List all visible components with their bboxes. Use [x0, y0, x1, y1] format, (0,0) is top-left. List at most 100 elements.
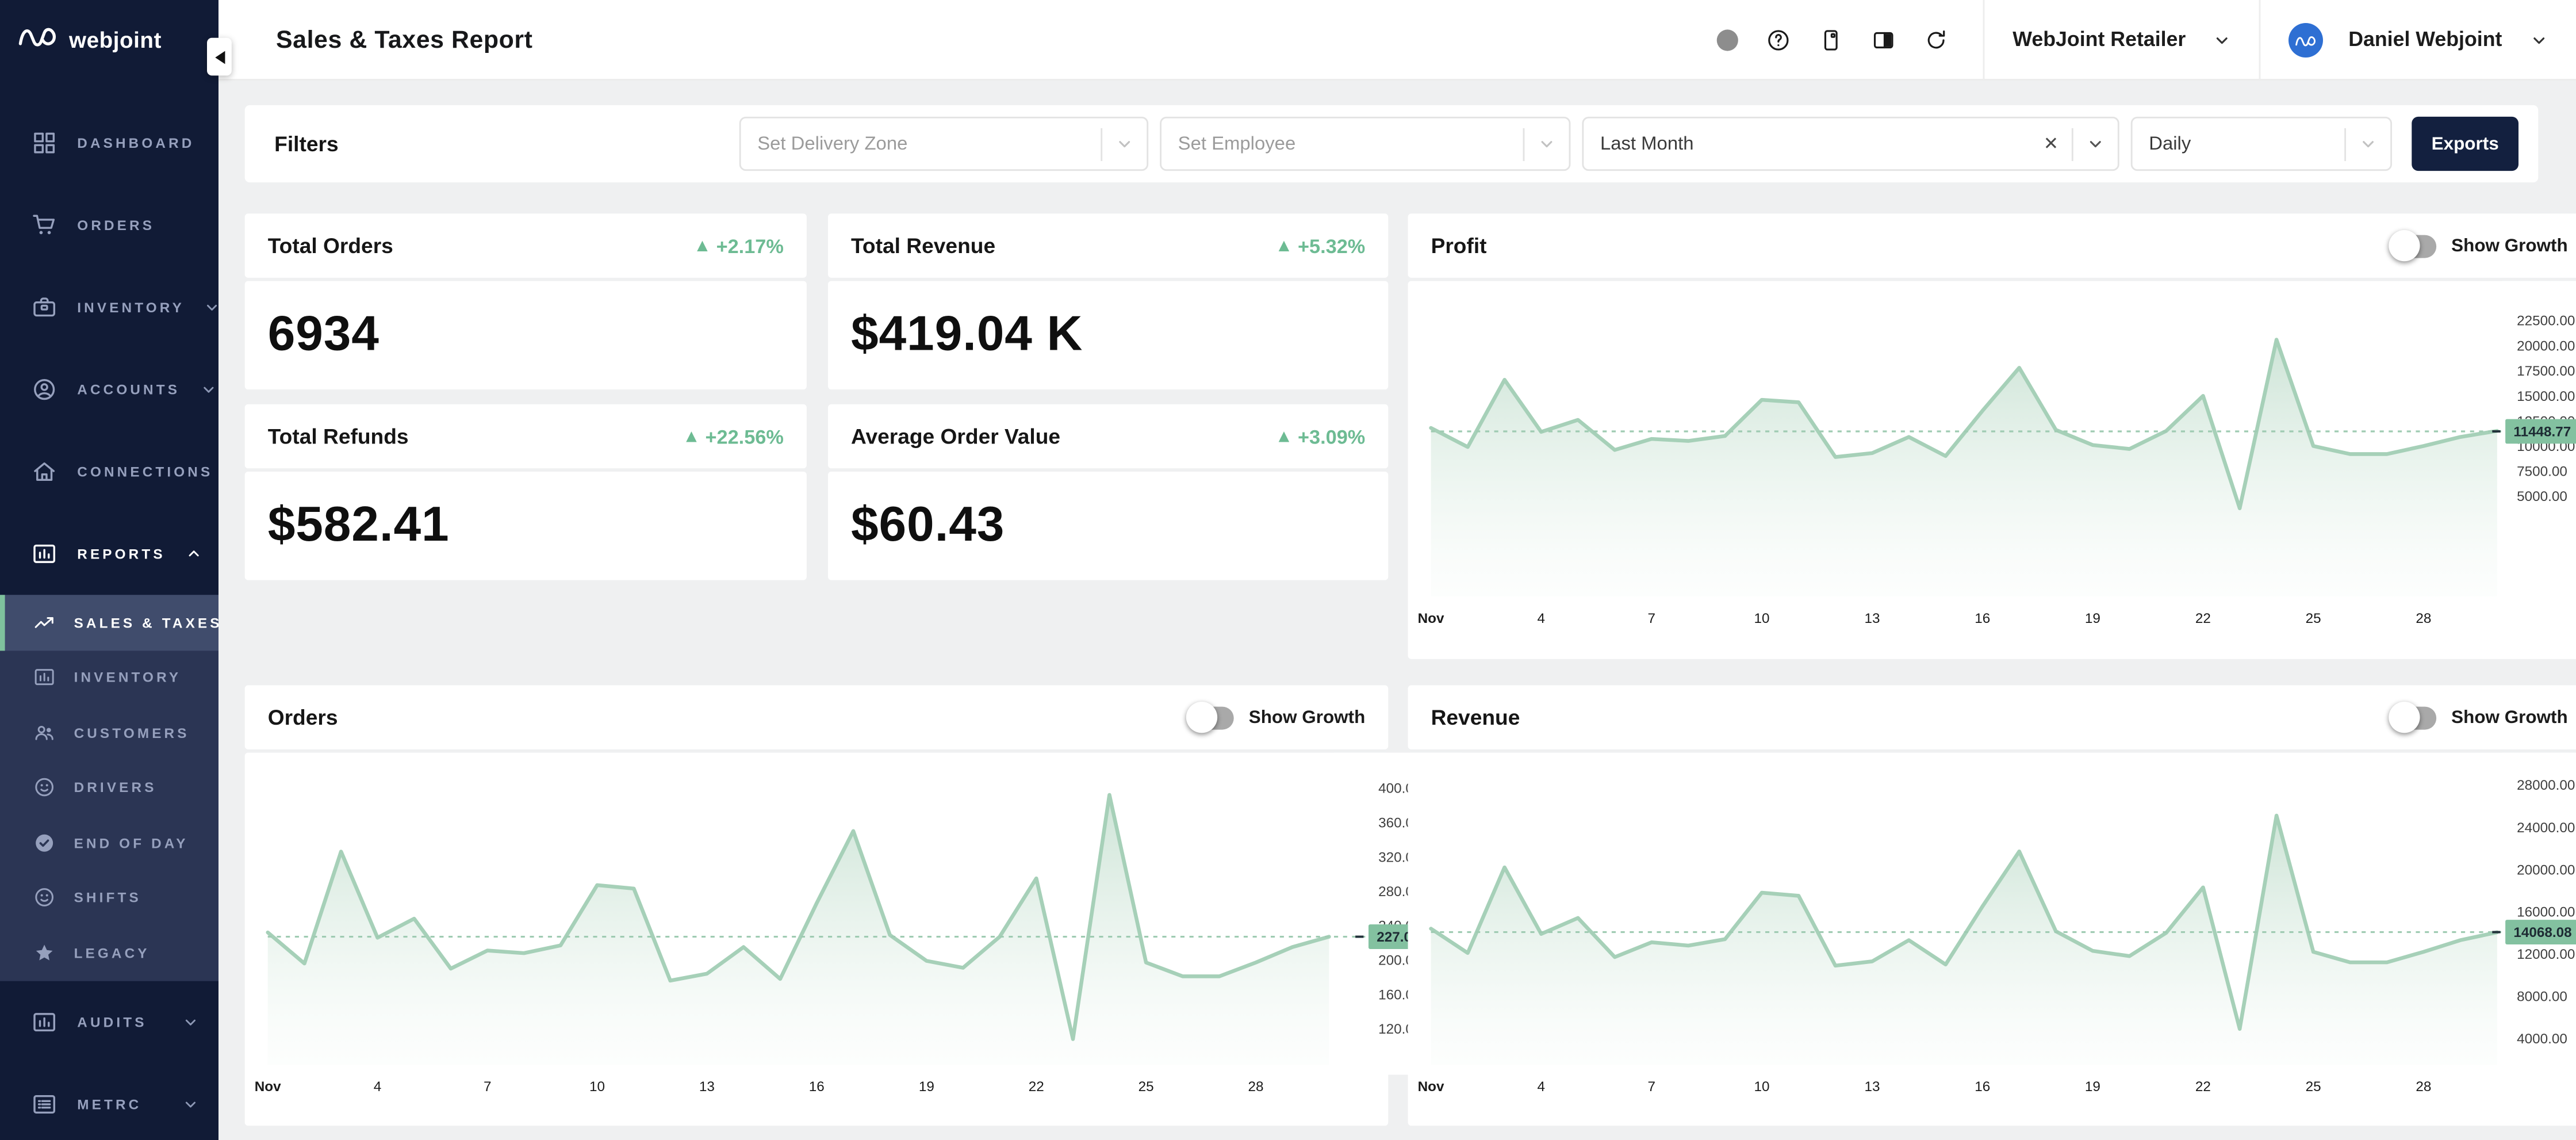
- avatar-logo-icon: [2296, 32, 2317, 47]
- svg-text:16000.00: 16000.00: [2517, 905, 2575, 920]
- stat-value: $419.04 K: [828, 281, 1388, 390]
- svg-text:22500.00: 22500.00: [2517, 313, 2575, 329]
- triangle-up-icon: ▲: [693, 236, 711, 255]
- svg-text:10: 10: [1754, 611, 1769, 626]
- help-icon[interactable]: [1766, 27, 1791, 52]
- status-dot-icon[interactable]: [1717, 29, 1738, 50]
- svg-text:16: 16: [1975, 1079, 1990, 1095]
- delivery-zone-select[interactable]: Set Delivery Zone: [739, 117, 1148, 171]
- person-circle-icon: [31, 376, 57, 403]
- show-growth-label: Show Growth: [2451, 236, 2568, 255]
- sidebar: webjoint DASHBOARD ORDERS INVENTORY ACCO…: [0, 0, 218, 1140]
- app-root: webjoint DASHBOARD ORDERS INVENTORY ACCO…: [0, 0, 2576, 1140]
- collapse-sidebar-button[interactable]: [207, 38, 232, 76]
- area-chart-revenue: 28000.0024000.0020000.0016000.0012000.00…: [1408, 753, 2576, 1126]
- chevron-down-icon: [204, 299, 221, 316]
- stat-card-average-order-value: Average Order Value ▲+3.09% $60.43: [828, 404, 1388, 580]
- sidebar-subitem-shifts[interactable]: SHIFTS: [0, 870, 218, 925]
- stat-title: Total Orders: [268, 234, 393, 258]
- topbar-tools: [1717, 27, 1983, 52]
- sidebar-subitem-label: INVENTORY: [74, 670, 182, 686]
- svg-text:22: 22: [2195, 611, 2211, 626]
- svg-text:5000.00: 5000.00: [2517, 489, 2567, 504]
- svg-text:Nov: Nov: [1418, 611, 1444, 626]
- svg-text:8000.00: 8000.00: [2517, 989, 2567, 1005]
- dashboard-grid-icon: [31, 130, 57, 156]
- check-circle-icon: [33, 831, 56, 854]
- topbar: Sales & Taxes Report WebJoint Retailer D…: [218, 0, 2576, 81]
- status-dot-icon: [1717, 29, 1738, 50]
- triangle-up-icon: ▲: [1275, 426, 1293, 446]
- svg-text:7: 7: [1648, 1079, 1655, 1095]
- stat-card-total-refunds: Total Refunds ▲+22.56% $582.41: [245, 404, 807, 580]
- svg-text:13: 13: [1864, 611, 1880, 626]
- sidebar-item-reports[interactable]: REPORTS: [0, 512, 218, 595]
- toggle-knob: [2389, 702, 2420, 733]
- stat-delta: ▲+22.56%: [683, 425, 784, 448]
- sidebar-item-label: METRC: [77, 1095, 141, 1112]
- brand-row: webjoint: [0, 0, 218, 79]
- chevron-down-icon: [182, 1095, 199, 1112]
- clear-icon[interactable]: ✕: [2030, 133, 2072, 154]
- sidebar-subitem-customers[interactable]: CUSTOMERS: [0, 705, 218, 760]
- device-icon[interactable]: [1819, 27, 1843, 52]
- sidebar-item-label: AUDITS: [77, 1013, 147, 1030]
- help-icon: [1766, 27, 1791, 52]
- svg-text:19: 19: [2085, 611, 2100, 626]
- refresh-icon[interactable]: [1924, 27, 1949, 52]
- sidebar-item-audits[interactable]: AUDITS: [0, 980, 218, 1062]
- sidebar-item-label: ORDERS: [77, 217, 155, 234]
- chevron-down-icon: [2087, 135, 2104, 152]
- chart-card-profit: Profit Show Growth 22500.0020000.0017500…: [1408, 213, 2576, 659]
- svg-text:19: 19: [919, 1079, 934, 1095]
- svg-text:28000.00: 28000.00: [2517, 778, 2575, 793]
- sidebar-subitem-legacy[interactable]: LEGACY: [0, 925, 218, 981]
- show-growth-toggle[interactable]: [2394, 706, 2436, 729]
- panel-icon[interactable]: [1872, 27, 1896, 52]
- top-row: Total Orders ▲+2.17% 6934 Total Revenue …: [245, 213, 2576, 659]
- org-picker[interactable]: WebJoint Retailer: [1985, 0, 2260, 79]
- device-icon: [1819, 27, 1843, 52]
- sidebar-item-metrc[interactable]: METRC: [0, 1062, 218, 1140]
- filters-label: Filters: [274, 132, 338, 156]
- cart-icon: [31, 212, 57, 239]
- sidebar-item-dashboard[interactable]: DASHBOARD: [0, 102, 218, 184]
- svg-text:16: 16: [1975, 611, 1990, 626]
- people-icon: [33, 721, 56, 744]
- filters-bar: Filters Set Delivery Zone Set Employee L…: [245, 105, 2539, 182]
- svg-text:4: 4: [1538, 611, 1546, 626]
- stat-card-total-revenue: Total Revenue ▲+5.32% $419.04 K: [828, 213, 1388, 389]
- sidebar-subitem-drivers[interactable]: DRIVERS: [0, 760, 218, 815]
- date-range-select[interactable]: Last Month ✕: [1582, 117, 2119, 171]
- show-growth-toggle[interactable]: [2394, 234, 2436, 257]
- sidebar-item-inventory[interactable]: INVENTORY: [0, 266, 218, 349]
- sidebar-item-orders[interactable]: ORDERS: [0, 184, 218, 266]
- panel-icon: [1872, 27, 1896, 52]
- interval-select[interactable]: Daily: [2131, 117, 2392, 171]
- sidebar-item-label: REPORTS: [77, 546, 165, 563]
- stat-value: 6934: [245, 281, 807, 390]
- toggle-knob: [1186, 702, 1217, 733]
- sidebar-subitem-label: DRIVERS: [74, 779, 157, 796]
- user-picker[interactable]: Daniel Webjoint: [2261, 0, 2576, 79]
- sidebar-subitem-sales-taxes[interactable]: SALES & TAXES: [0, 595, 218, 650]
- exports-button[interactable]: Exports: [2412, 117, 2518, 171]
- sidebar-item-accounts[interactable]: ACCOUNTS: [0, 349, 218, 431]
- sidebar-subitem-label: END OF DAY: [74, 835, 189, 851]
- refresh-icon: [1924, 27, 1949, 52]
- show-growth-toggle[interactable]: [1191, 706, 1234, 729]
- svg-text:25: 25: [2306, 1079, 2321, 1095]
- sidebar-item-connections[interactable]: CONNECTIONS: [0, 431, 218, 513]
- sidebar-subitem-end-of-day[interactable]: END OF DAY: [0, 815, 218, 870]
- employee-select[interactable]: Set Employee: [1160, 117, 1570, 171]
- stat-delta: ▲+3.09%: [1275, 425, 1365, 448]
- svg-text:16: 16: [809, 1079, 825, 1095]
- sidebar-subitem-inventory[interactable]: INVENTORY: [0, 650, 218, 705]
- sidebar-item-label: DASHBOARD: [77, 135, 194, 151]
- chevron-down-icon: [2530, 30, 2548, 48]
- brand-name: webjoint: [69, 27, 162, 52]
- svg-text:17500.00: 17500.00: [2517, 364, 2575, 379]
- triangle-up-icon: ▲: [1275, 236, 1293, 255]
- select-value: Last Month: [1600, 134, 1694, 154]
- select-value: Set Employee: [1178, 134, 1296, 154]
